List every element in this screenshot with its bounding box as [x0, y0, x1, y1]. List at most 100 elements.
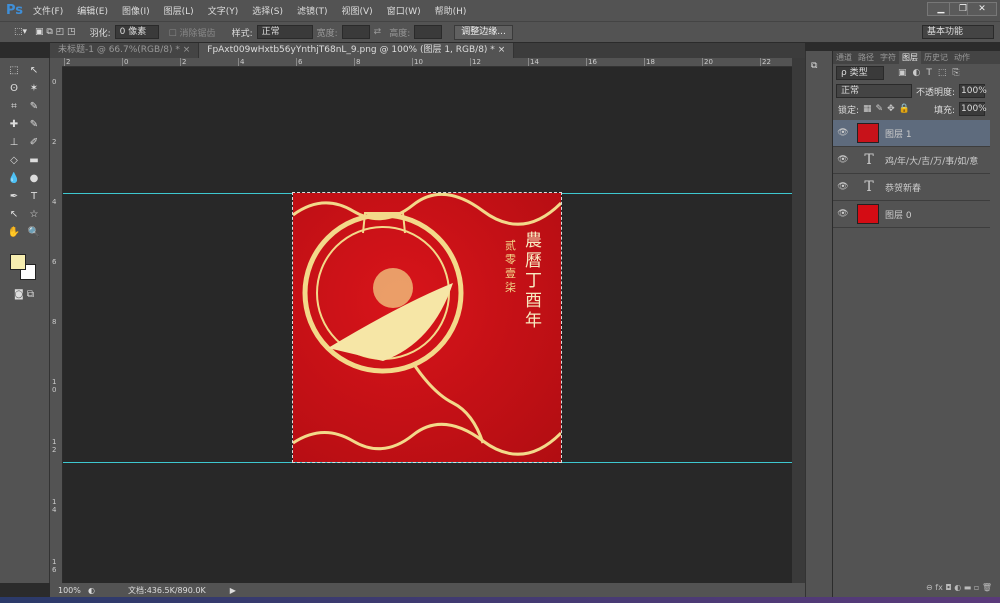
crop-tool-icon[interactable]: ✎ — [26, 100, 42, 114]
lasso-tool-icon[interactable]: ʘ — [6, 82, 22, 96]
vertical-scrollbar[interactable] — [792, 58, 805, 583]
lasso-tool-icon[interactable]: ✶ — [26, 82, 42, 96]
swap-icon[interactable]: ⇄ — [374, 27, 382, 37]
visibility-eye-icon[interactable]: 👁 — [833, 155, 853, 165]
menu-view[interactable]: 视图(V) — [342, 4, 373, 17]
feather-input[interactable]: 0 像素 — [114, 25, 159, 39]
visibility-eye-icon[interactable]: 👁 — [833, 182, 853, 192]
pen-tool-icon[interactable]: T — [26, 190, 42, 204]
ruler-tick-label: 1 4 — [52, 498, 57, 514]
ruler-tick-label: 18 — [644, 58, 655, 66]
status-menu-arrow-icon[interactable]: ▶ — [230, 586, 236, 595]
antialias-label: 消除锯齿 — [179, 28, 216, 39]
tab-channels[interactable]: 通道 — [833, 51, 855, 64]
visibility-eye-icon[interactable]: 👁 — [833, 209, 853, 219]
tab-history[interactable]: 历史记 — [921, 51, 951, 64]
menu-window[interactable]: 窗口(W) — [387, 4, 421, 17]
artwork-image[interactable]: 農曆丁酉年 贰零壹柒 — [292, 192, 563, 463]
stamp-tool-icon[interactable]: ✐ — [26, 136, 42, 150]
layer-row[interactable]: 👁 图层 0 — [833, 201, 990, 228]
ruler-tick-label: 2 — [180, 58, 187, 66]
zoom-level[interactable]: 100% — [58, 586, 88, 595]
tab-character[interactable]: 字符 — [877, 51, 899, 64]
layer-filter-select[interactable]: ρ 类型 — [836, 66, 884, 80]
opacity-input[interactable]: 100% — [959, 84, 987, 98]
status-bar: 100% ◐ 文档:436.5K/890.0K ▶ — [50, 583, 805, 597]
close-window-button[interactable]: ✕ — [967, 2, 997, 16]
vertical-ruler: 0 2 4 6 8 1 0 1 2 1 4 1 6 — [50, 58, 62, 583]
guide-line[interactable] — [63, 462, 792, 463]
marquee-tool-icon[interactable]: ↖ — [26, 64, 42, 78]
crop-tool-icon[interactable]: ⌗ — [6, 100, 22, 114]
tab-actions[interactable]: 动作 — [951, 51, 973, 64]
path-select-tool-icon[interactable]: ↖ — [6, 208, 22, 222]
menu-edit[interactable]: 编辑(E) — [77, 4, 108, 17]
workspace-select[interactable]: 基本功能 — [922, 25, 994, 39]
artwork-title: 農曆丁酉年 — [525, 231, 542, 331]
tab-label: 未标题-1 @ 66.7%(RGB/8) * — [58, 45, 180, 55]
marquee-tool-icon[interactable]: ⬚ — [6, 64, 22, 78]
menu-select[interactable]: 选择(S) — [252, 4, 283, 17]
layer-thumbnail — [857, 204, 879, 224]
blur-tool-icon[interactable]: 💧 — [6, 172, 22, 186]
selection-mode-icons[interactable]: ▣ ⧉ ◰ ◳ — [35, 27, 76, 37]
blur-tool-icon[interactable]: ● — [26, 172, 42, 186]
menu-filter[interactable]: 滤镜(T) — [297, 4, 328, 17]
healing-tool-icon[interactable]: ✎ — [26, 118, 42, 132]
foreground-color-swatch[interactable] — [10, 254, 26, 270]
layer-row[interactable]: 👁 T 恭贺新春 — [833, 174, 990, 201]
ruler-tick-label: 10 — [412, 58, 423, 66]
hand-tool-icon[interactable]: 🔍 — [26, 226, 42, 240]
menu-file[interactable]: 文件(F) — [33, 4, 63, 17]
layers-footer-icons[interactable]: ⊖ fx ◘ ◐ ▬ ▫ 🗑 — [833, 583, 1000, 597]
ruler-tick-label: 6 — [52, 258, 57, 266]
tab-layers[interactable]: 图层 — [899, 51, 921, 64]
menu-type[interactable]: 文字(Y) — [208, 4, 239, 17]
layer-row[interactable]: 👁 图层 1 — [833, 120, 990, 147]
eraser-tool-icon[interactable]: ◇ — [6, 154, 22, 168]
pen-tool-icon[interactable]: ✒ — [6, 190, 22, 204]
document-tabs: 未标题-1 @ 66.7%(RGB/8) * × FpAxt009wHxtb56… — [50, 43, 805, 58]
history-panel-icon[interactable]: ⧉ — [811, 61, 827, 75]
tab-png[interactable]: FpAxt009wHxtb56yYnthjT68nL_9.png @ 100% … — [199, 43, 515, 58]
style-select[interactable]: 正常 — [256, 25, 313, 39]
lock-label: 锁定: — [838, 105, 860, 116]
ruler-tick-label: 20 — [702, 58, 713, 66]
ruler-tick-label: 0 — [52, 78, 57, 86]
ruler-tick-label: 1 6 — [52, 558, 57, 574]
close-tab-icon[interactable]: × — [183, 45, 191, 55]
layer-name: 恭贺新春 — [885, 183, 922, 194]
hand-tool-icon[interactable]: ✋ — [6, 226, 22, 240]
ruler-tick-label: 2 — [52, 138, 57, 146]
path-select-tool-icon[interactable]: ☆ — [26, 208, 42, 222]
fill-input[interactable]: 100% — [959, 102, 987, 116]
ruler-tick-label: 4 — [52, 198, 57, 206]
refine-edge-button[interactable]: 调整边缘... — [454, 24, 513, 40]
menu-image[interactable]: 图像(I) — [122, 4, 150, 17]
antialias-checkbox[interactable]: ☐ 消除锯齿 — [169, 26, 216, 39]
quick-mask-icon[interactable]: ◙ ⧉ — [6, 288, 42, 302]
status-icon[interactable]: ◐ — [88, 586, 128, 595]
tab-paths[interactable]: 路径 — [855, 51, 877, 64]
menu-help[interactable]: 帮助(H) — [435, 4, 467, 17]
tab-untitled[interactable]: 未标题-1 @ 66.7%(RGB/8) * × — [50, 43, 200, 58]
eraser-tool-icon[interactable]: ▬ — [26, 154, 42, 168]
layer-row[interactable]: 👁 T 鸡/年/大/吉/万/事/如/意 — [833, 147, 990, 174]
marquee-preset-icon[interactable]: ⬚▾ — [14, 27, 27, 37]
healing-tool-icon[interactable]: ✚ — [6, 118, 22, 132]
layers-panel: 通道 路径 字符 图层 历史记 动作 ρ 类型 ▣◐T⬚⎘ 正常 不透明度: 100%… — [833, 51, 1000, 597]
visibility-eye-icon[interactable]: 👁 — [833, 128, 853, 138]
filter-icons[interactable]: ▣◐T⬚⎘ — [898, 68, 966, 78]
stamp-tool-icon[interactable]: ⊥ — [6, 136, 22, 150]
width-input[interactable] — [341, 25, 370, 39]
blend-mode-select[interactable]: 正常 — [836, 84, 912, 98]
ruler-tick-label: 8 — [354, 58, 361, 66]
close-tab-icon[interactable]: × — [498, 45, 506, 55]
collapsed-panel-strip: ⧉ — [805, 51, 832, 597]
menu-layer[interactable]: 图层(L) — [164, 4, 194, 17]
lock-icons[interactable]: ▦✎✥🔒 — [863, 104, 914, 114]
height-input[interactable] — [414, 25, 443, 39]
text-layer-icon: T — [864, 179, 874, 195]
ruler-tick-label: 4 — [238, 58, 245, 66]
layer-name: 鸡/年/大/吉/万/事/如/意 — [885, 156, 979, 167]
